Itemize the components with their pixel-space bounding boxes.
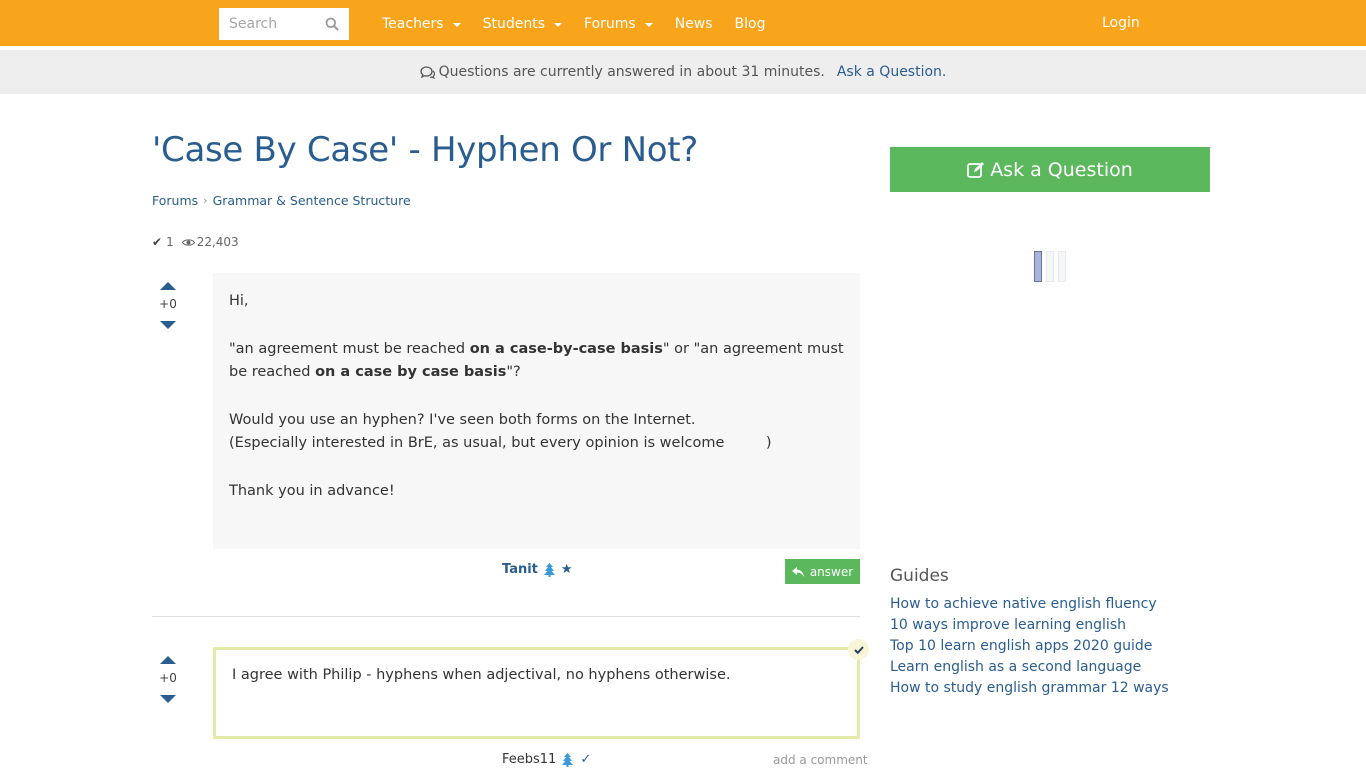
tree-icon — [562, 752, 574, 767]
answer-button-label: answer — [809, 564, 854, 579]
comments-icon — [419, 65, 435, 79]
guides-heading: Guides — [890, 566, 949, 586]
upvote-icon[interactable] — [160, 282, 176, 290]
loader-bar — [1034, 251, 1042, 282]
question-paragraph: "an agreement must be reached on a case-… — [229, 338, 844, 385]
bold-text: on a case-by-case basis — [469, 340, 663, 357]
upvote-icon[interactable] — [160, 656, 176, 664]
nav-teachers[interactable]: Teachers — [382, 16, 461, 32]
answer-vote: +0 — [152, 656, 184, 703]
search-box[interactable] — [219, 8, 349, 40]
question-paragraph: Would you use an hyphen? I've seen both … — [229, 409, 844, 456]
check-icon: ✔ — [152, 235, 163, 249]
nav-blog-label: Blog — [734, 16, 766, 32]
author-name[interactable]: Tanit — [502, 562, 538, 577]
answer-text: I agree with Philip - hyphens when adjec… — [232, 667, 731, 683]
text: (Especially interested in BrE, as usual,… — [229, 435, 772, 451]
answers-count: 1 — [166, 235, 174, 249]
guide-link[interactable]: Top 10 learn english apps 2020 guide — [890, 636, 1169, 657]
login-link[interactable]: Login — [1102, 15, 1140, 31]
nav-teachers-label: Teachers — [382, 16, 444, 32]
search-icon[interactable] — [325, 17, 339, 31]
verified-check-icon: ✓ — [580, 752, 592, 767]
nav-students[interactable]: Students — [482, 16, 563, 32]
ask-question-button[interactable]: Ask a Question — [890, 147, 1210, 192]
add-comment-link[interactable]: add a comment — [773, 753, 868, 767]
tree-icon — [543, 562, 555, 577]
reply-icon — [791, 566, 804, 577]
question-body: Hi, "an agreement must be reached on a c… — [213, 273, 860, 549]
ask-question-label: Ask a Question — [990, 158, 1133, 181]
guide-link[interactable]: How to study english grammar 12 ways — [890, 678, 1169, 699]
page-title: 'Case By Case' - Hyphen Or Not? — [152, 130, 699, 170]
guide-link[interactable]: 10 ways improve learning english — [890, 615, 1169, 636]
closing: Thank you in advance! — [229, 482, 395, 499]
nav-students-label: Students — [482, 16, 546, 32]
eye-icon — [181, 238, 195, 246]
loader-bar — [1046, 251, 1054, 282]
downvote-icon[interactable] — [160, 695, 176, 703]
main-nav: Teachers Students Forums News Blog — [382, 0, 788, 48]
views-count: 22,403 — [196, 235, 239, 249]
nav-forums-label: Forums — [584, 16, 636, 32]
caret-down-icon — [452, 23, 461, 27]
breadcrumb: Forums › Grammar & Sentence Structure — [152, 193, 411, 208]
edit-icon — [967, 161, 985, 178]
vote-count: +0 — [159, 671, 177, 685]
answer-author: Feebs11 ✓ — [502, 752, 591, 767]
answer-button[interactable]: answer — [785, 559, 860, 584]
greeting: Hi, — [229, 293, 249, 309]
question-author: Tanit ★ — [502, 562, 573, 577]
guide-link[interactable]: How to achieve native english fluency — [890, 594, 1169, 615]
guides-list: How to achieve native english fluency 10… — [890, 594, 1169, 699]
loader-bar — [1058, 251, 1066, 282]
nav-news[interactable]: News — [675, 16, 713, 32]
author-name[interactable]: Feebs11 — [502, 752, 556, 767]
search-input[interactable] — [229, 16, 321, 32]
breadcrumb-forums[interactable]: Forums — [152, 193, 198, 208]
chevron-right-icon: › — [203, 194, 208, 207]
text: "? — [506, 364, 521, 380]
nav-forums[interactable]: Forums — [584, 16, 653, 32]
text: "an agreement must be reached — [229, 340, 470, 357]
top-navbar: Teachers Students Forums News Blog Login — [0, 0, 1366, 48]
star-icon: ★ — [560, 562, 573, 577]
caret-down-icon — [554, 23, 563, 27]
breadcrumb-category[interactable]: Grammar & Sentence Structure — [213, 193, 411, 208]
response-time-bar: Questions are currently answered in abou… — [0, 50, 1366, 94]
nav-news-label: News — [674, 16, 713, 32]
accepted-answer-body: I agree with Philip - hyphens when adjec… — [213, 647, 860, 739]
bold-text: on a case by case basis — [315, 364, 507, 380]
divider — [152, 616, 860, 617]
question-stats: ✔ 1 22,403 — [152, 235, 239, 249]
guide-link[interactable]: Learn english as a second language — [890, 657, 1169, 678]
caret-down-icon — [644, 23, 653, 27]
accepted-check-icon — [848, 639, 869, 660]
ask-question-link[interactable]: Ask a Question. — [837, 64, 947, 80]
question-vote: +0 — [152, 282, 184, 329]
nav-blog[interactable]: Blog — [735, 16, 766, 32]
response-time-text: Questions are currently answered in abou… — [438, 64, 825, 80]
loading-indicator — [1034, 251, 1070, 282]
text: Would you use an hyphen? I've seen both … — [229, 411, 696, 428]
vote-count: +0 — [159, 297, 177, 311]
downvote-icon[interactable] — [160, 321, 176, 329]
